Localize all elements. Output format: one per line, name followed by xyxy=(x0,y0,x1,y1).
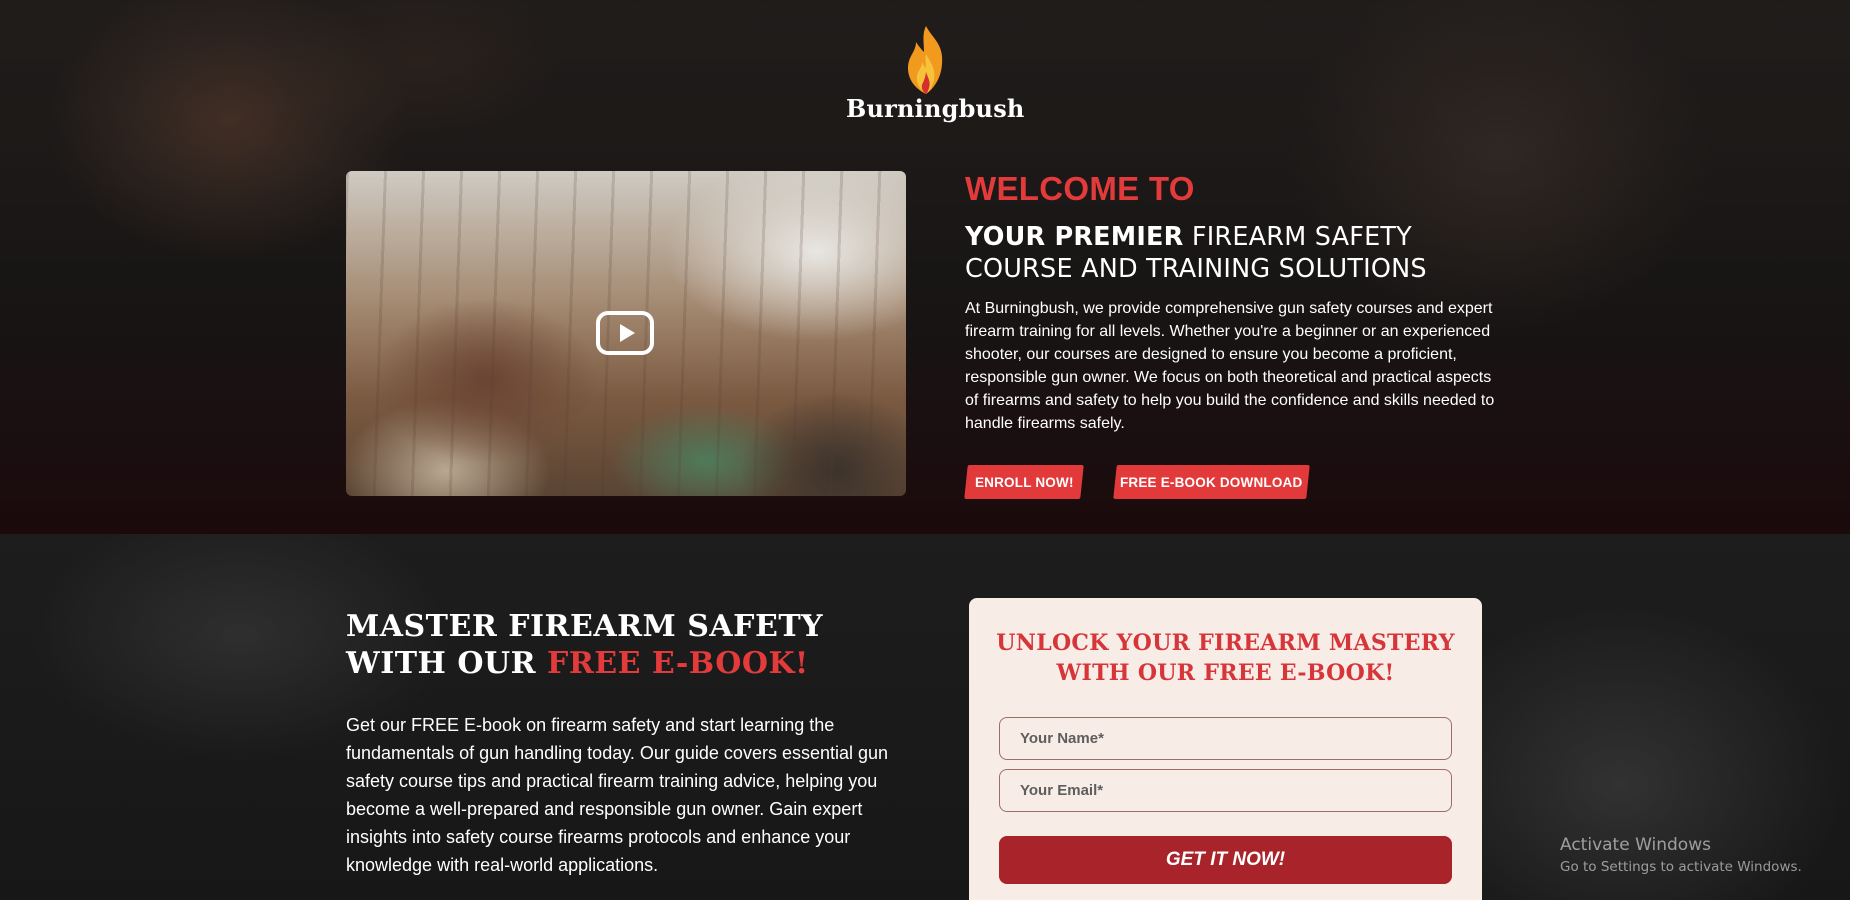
enroll-button-label: ENROLL NOW! xyxy=(974,474,1074,490)
brand-logo[interactable]: Burningbush xyxy=(846,24,1025,124)
flame-icon xyxy=(908,26,943,94)
activation-subtitle: Go to Settings to activate Windows. xyxy=(1560,859,1802,875)
name-field[interactable] xyxy=(999,717,1452,760)
email-field[interactable] xyxy=(999,769,1452,812)
brand-name: Burningbush xyxy=(846,94,1025,123)
enroll-button[interactable]: ENROLL NOW! xyxy=(964,465,1084,499)
ebook-section-title: MASTER FIREARM SAFETY WITH OUR FREE E-BO… xyxy=(346,608,906,682)
get-it-now-button[interactable]: GET IT NOW! xyxy=(999,836,1452,884)
ebook-section-description: Get our FREE E-book on firearm safety an… xyxy=(346,715,889,875)
hero-description: At Burningbush, we provide comprehensive… xyxy=(965,300,1495,432)
ebook-download-label: FREE E-BOOK DOWNLOAD xyxy=(1120,474,1303,490)
hero-headline: YOUR PREMIER FIREARM SAFETY COURSE AND T… xyxy=(965,221,1505,285)
play-icon xyxy=(619,324,635,342)
windows-activation-watermark: Activate Windows Go to Settings to activ… xyxy=(1560,835,1802,875)
activation-title: Activate Windows xyxy=(1560,835,1711,855)
ebook-title-accent: FREE E-BOOK! xyxy=(547,646,809,681)
form-title: UNLOCK YOUR FIREARM MASTERY WITH OUR FRE… xyxy=(996,630,1455,686)
intro-video[interactable] xyxy=(346,171,906,496)
ebook-signup-form: UNLOCK YOUR FIREARM MASTERY WITH OUR FRE… xyxy=(969,598,1482,900)
headline-strong: YOUR PREMIER xyxy=(965,222,1184,252)
welcome-heading: WELCOME TO xyxy=(965,170,1195,207)
ebook-download-button[interactable]: FREE E-BOOK DOWNLOAD xyxy=(1113,465,1310,499)
play-button[interactable] xyxy=(596,311,654,355)
